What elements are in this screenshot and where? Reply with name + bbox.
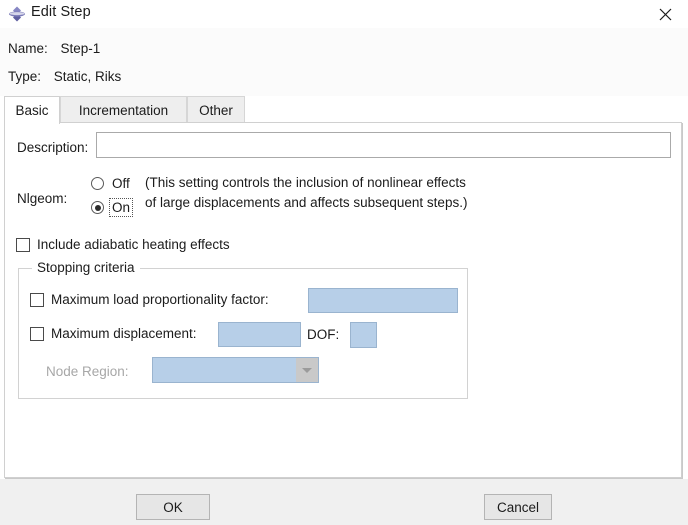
tab-other[interactable]: Other [187,96,245,123]
max-load-factor-input [308,288,458,313]
tab-other-label: Other [199,102,233,118]
max-displacement-input [218,322,301,347]
step-name-row: Name: Step-1 [8,41,100,56]
chevron-down-icon [296,358,318,382]
max-displacement-label: Maximum displacement: [51,326,197,341]
checkbox-unchecked-icon [30,292,44,307]
tab-basic[interactable]: Basic [4,96,60,124]
radio-on-icon [91,201,104,214]
node-region-combobox [152,357,319,383]
step-type-value: Static, Riks [53,69,122,84]
nlgeom-label: Nlgeom: [17,191,68,206]
checkbox-unchecked-icon [16,237,30,252]
abaqus-diamond-icon [8,5,26,23]
dof-input [350,322,377,348]
dialog-footer: OK Cancel [0,479,688,525]
dof-label: DOF: [307,327,340,342]
step-type-row: Type: Static, Riks [8,69,121,84]
node-region-label: Node Region: [46,364,129,379]
title-bar: Edit Step [0,0,688,29]
stopping-criteria-title: Stopping criteria [32,260,140,275]
nlgeom-description-note: (This setting controls the inclusion of … [145,175,468,210]
tab-strip: Basic Incrementation Other [0,96,688,124]
nlgeom-on-radio[interactable]: On [91,198,134,217]
cancel-button[interactable]: Cancel [484,494,552,520]
adiabatic-heating-checkbox[interactable]: Include adiabatic heating effects [16,237,230,252]
adiabatic-heating-label: Include adiabatic heating effects [37,237,230,252]
description-label: Description: [17,140,89,155]
close-icon[interactable] [642,0,688,28]
checkbox-unchecked-icon [30,326,44,341]
step-name-value: Step-1 [60,41,101,56]
step-type-label: Type: [8,69,42,84]
description-input[interactable] [96,132,671,158]
radio-off-icon [91,177,104,190]
nlgeom-off-radio[interactable]: Off [91,175,132,192]
max-displacement-checkbox[interactable]: Maximum displacement: [30,326,197,341]
max-load-factor-label: Maximum load proportionality factor: [51,292,269,307]
ok-button-label: OK [163,499,183,515]
tab-basic-label: Basic [15,103,49,118]
stopping-criteria-group: Stopping criteria Maximum load proportio… [18,260,468,399]
step-name-label: Name: [8,41,48,56]
step-info-area: Name: Step-1 Type: Static, Riks [0,28,688,96]
tab-incrementation-label: Incrementation [78,102,169,118]
cancel-button-label: Cancel [496,499,540,515]
nlgeom-off-label: Off [112,176,130,191]
tab-incrementation[interactable]: Incrementation [60,96,187,123]
max-load-factor-checkbox[interactable]: Maximum load proportionality factor: [30,292,269,307]
window-title: Edit Step [31,4,91,20]
ok-button[interactable]: OK [136,494,210,520]
basic-tab-panel: Description: Nlgeom: Off On (This settin… [4,122,682,478]
nlgeom-on-label: On [108,198,134,217]
